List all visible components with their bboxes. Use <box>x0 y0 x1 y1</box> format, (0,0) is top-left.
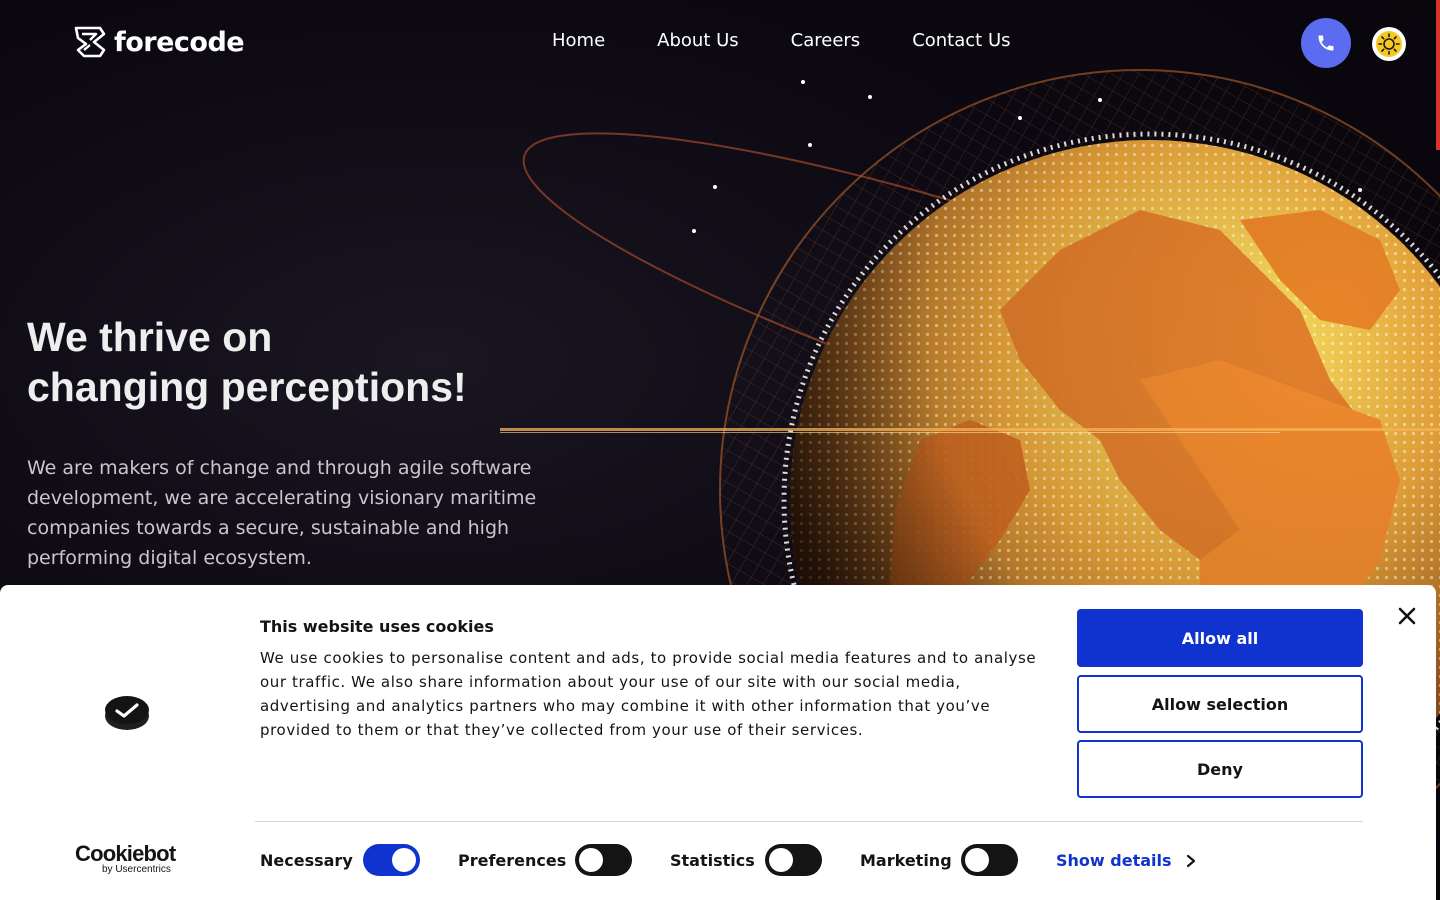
forecode-logo-icon <box>74 26 106 58</box>
phone-icon <box>1318 35 1334 51</box>
consent-preferences: Preferences <box>458 843 566 877</box>
scroll-indicator <box>1436 0 1440 150</box>
call-button[interactable] <box>1301 18 1351 68</box>
sun-icon <box>1376 31 1402 57</box>
show-details-link[interactable]: Show details <box>1056 851 1196 870</box>
hero-title-line-1: We thrive on <box>27 314 273 360</box>
cookiebot-name: Cookiebot <box>75 841 176 866</box>
cookie-banner-description: We use cookies to personalise content an… <box>260 649 1037 739</box>
show-details-label: Show details <box>1056 851 1172 870</box>
statistics-toggle[interactable] <box>765 844 822 876</box>
nav-item-contact-us[interactable]: Contact Us <box>912 30 1010 51</box>
theme-toggle-button[interactable] <box>1372 27 1406 61</box>
nav-item-about-us[interactable]: About Us <box>657 30 739 51</box>
allow-selection-button[interactable]: Allow selection <box>1077 675 1363 733</box>
preferences-toggle[interactable] <box>575 844 632 876</box>
consent-statistics: Statistics <box>670 843 755 877</box>
necessary-toggle[interactable] <box>363 844 420 876</box>
consent-marketing-label: Marketing <box>860 850 952 870</box>
consent-necessary: Necessary <box>260 843 353 877</box>
allow-all-button[interactable]: Allow all <box>1077 609 1363 667</box>
cookiebot-wordmark: Cookiebot by Usercentrics <box>75 841 176 875</box>
brand-name: forecode <box>114 26 245 58</box>
banner-divider <box>255 821 1363 822</box>
consent-necessary-label: Necessary <box>260 850 353 870</box>
main-nav: Home About Us Careers Contact Us <box>552 30 1011 51</box>
consent-marketing: Marketing <box>860 843 952 877</box>
cookiebot-logo-icon <box>105 696 149 730</box>
brand-logo[interactable]: forecode <box>70 24 245 60</box>
hero-title: We thrive on changing perceptions! <box>27 312 627 412</box>
hero-title-line-2: changing perceptions! <box>27 364 467 410</box>
deny-button[interactable]: Deny <box>1077 740 1363 798</box>
marketing-toggle[interactable] <box>961 844 1018 876</box>
hero-description: We are makers of change and through agil… <box>27 457 537 569</box>
cookie-banner-title: This website uses cookies <box>260 617 494 636</box>
nav-item-careers[interactable]: Careers <box>791 30 861 51</box>
chevron-right-icon <box>1186 854 1195 867</box>
cookiebot-sub: by Usercentrics <box>102 864 171 875</box>
consent-preferences-label: Preferences <box>458 850 567 870</box>
consent-statistics-label: Statistics <box>670 850 755 870</box>
close-icon[interactable] <box>1396 605 1418 627</box>
nav-item-home[interactable]: Home <box>552 30 605 51</box>
